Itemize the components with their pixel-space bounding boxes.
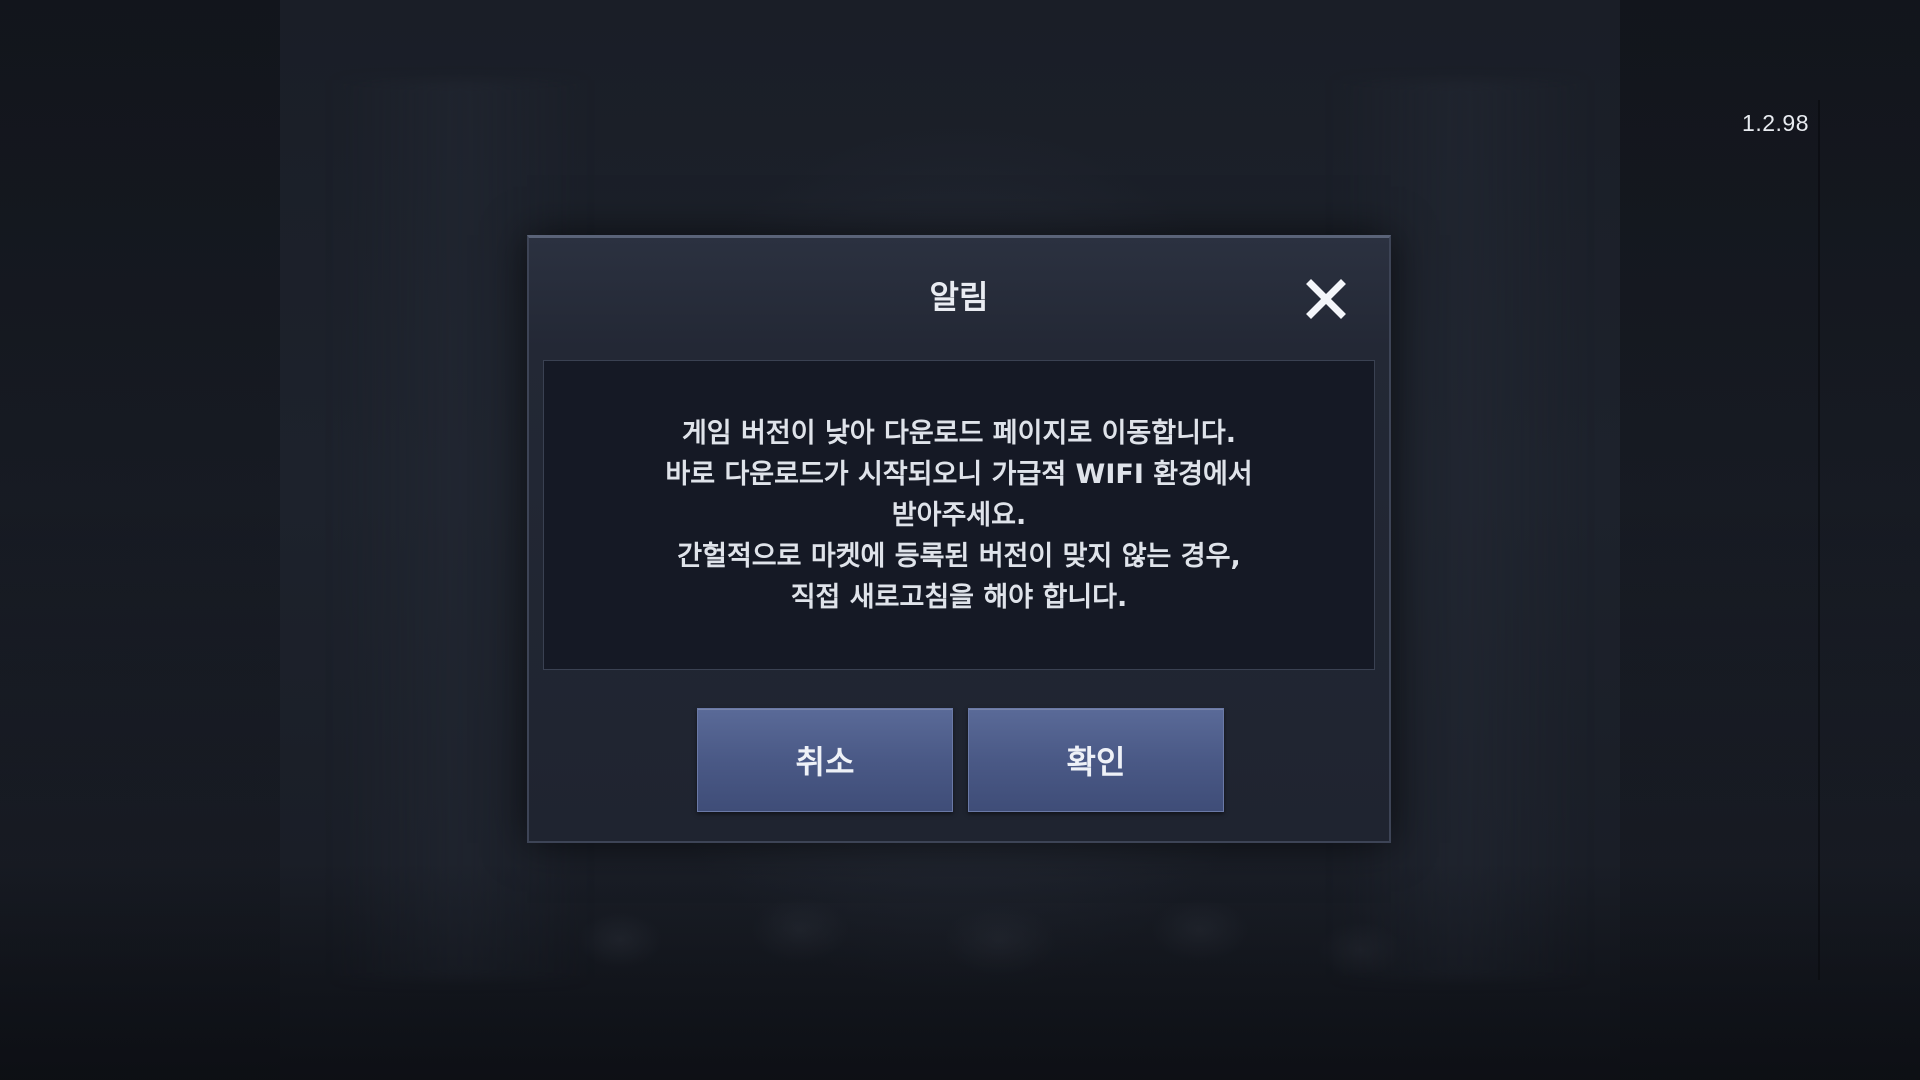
message-line: 바로 다운로드가 시작되오니 가급적 WIFI 환경에서 (665, 458, 1253, 490)
message-line: 게임 버전이 낮아 다운로드 페이지로 이동합니다. (681, 417, 1237, 449)
cancel-button[interactable]: 취소 (697, 708, 953, 812)
background-edge-line (1818, 100, 1820, 980)
notice-dialog: 알림 게임 버전이 낮아 다운로드 페이지로 이동합니다. 바로 다운로드가 시… (527, 235, 1391, 843)
confirm-button-label: 확인 (1066, 743, 1126, 781)
message-box: 게임 버전이 낮아 다운로드 페이지로 이동합니다. 바로 다운로드가 시작되오… (543, 360, 1375, 670)
close-icon (1306, 279, 1346, 319)
message-line: 직접 새로고침을 해야 합니다. (790, 581, 1128, 613)
cancel-button-label: 취소 (795, 743, 855, 781)
dialog-title: 알림 (929, 278, 989, 316)
confirm-button[interactable]: 확인 (968, 708, 1224, 812)
version-label: 1.2.98 (1742, 110, 1809, 136)
message-line: 받아주세요. (891, 499, 1027, 531)
background-floor (0, 860, 1920, 1080)
close-button[interactable] (1305, 278, 1347, 320)
message-text: 게임 버전이 낮아 다운로드 페이지로 이동합니다. 바로 다운로드가 시작되오… (665, 413, 1252, 618)
message-line: 간헐적으로 마켓에 등록된 버전이 맞지 않는 경우, (677, 540, 1241, 572)
game-screen: 1.2.98 알림 게임 버전이 낮아 다운로드 페이지로 이동합니다. 바로 … (0, 0, 1920, 1080)
